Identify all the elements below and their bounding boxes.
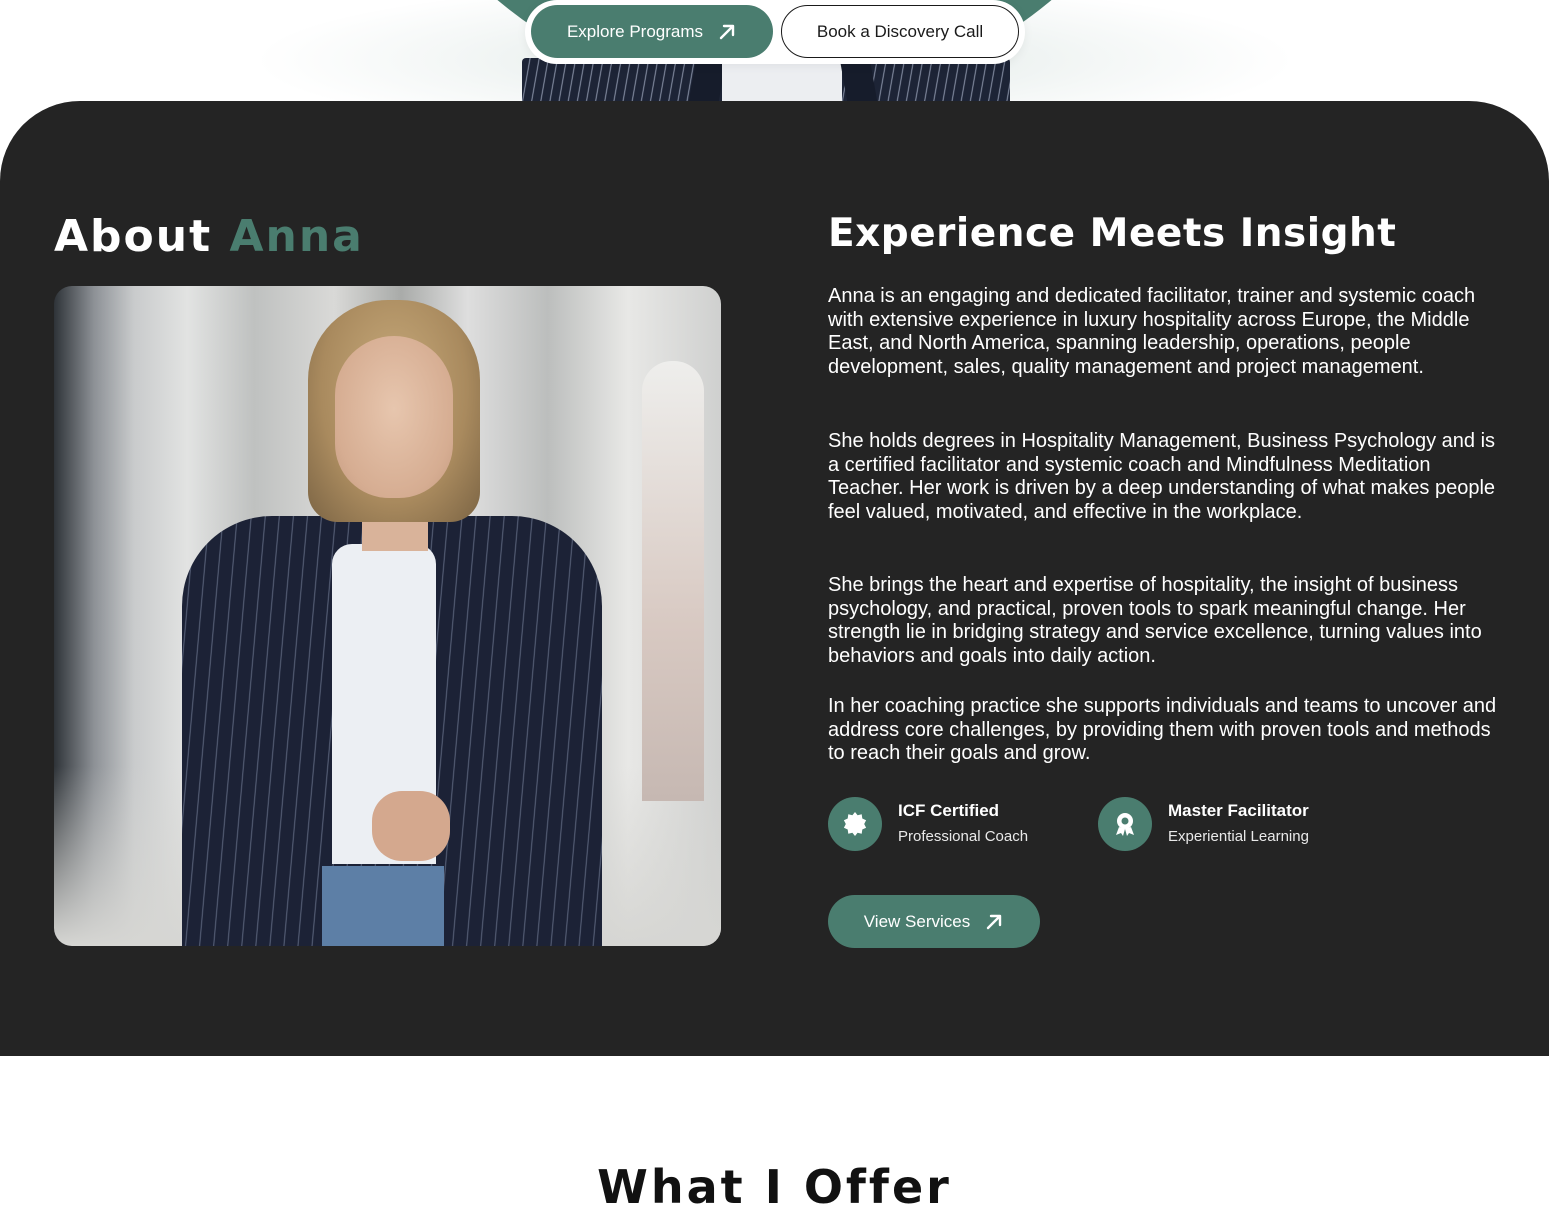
credential-master-facilitator: Master Facilitator Experiential Learning — [1098, 797, 1309, 851]
arrow-up-right-icon — [987, 914, 1002, 929]
seal-badge-glyph — [843, 812, 867, 836]
credential-subtitle: Experiential Learning — [1168, 828, 1309, 845]
award-ribbon-glyph — [1116, 813, 1134, 836]
bio-paragraph: Anna is an engaging and dedicated facili… — [828, 285, 1476, 379]
arrow-up-right-icon — [719, 24, 735, 39]
experience-heading: Experience Meets Insight — [828, 211, 1397, 256]
explore-programs-label: Explore Programs — [566, 21, 704, 41]
photo-face — [335, 336, 453, 498]
seal-badge-icon — [828, 797, 882, 851]
credential-title: ICF Certified — [898, 801, 1000, 820]
bio-paragraph: She brings the heart and expertise of ho… — [828, 574, 1482, 668]
what-i-offer-heading: What I Offer — [597, 1160, 952, 1214]
about-heading-name: Anna — [229, 211, 364, 262]
photo-jeans — [322, 866, 444, 946]
photo-hand — [372, 791, 450, 861]
about-heading-prefix: About — [54, 211, 213, 262]
explore-programs-button[interactable]: Explore Programs — [531, 5, 773, 58]
credential-title: Master Facilitator — [1168, 801, 1309, 820]
page: Explore Programs Book a Discovery Call A… — [0, 0, 1549, 1217]
view-services-button[interactable]: View Services — [828, 895, 1040, 948]
bio-paragraph: In her coaching practice she supports in… — [828, 695, 1497, 765]
book-discovery-call-button[interactable]: Book a Discovery Call — [781, 5, 1019, 58]
photo-window — [642, 361, 704, 801]
view-services-label: View Services — [863, 911, 971, 931]
about-section: About Anna Experience Meets Insight Anna… — [0, 101, 1549, 1056]
anna-portrait-photo — [54, 286, 721, 946]
credential-text: Master Facilitator Experiential Learning — [1168, 800, 1309, 848]
bio-paragraph: She holds degrees in Hospitality Managem… — [828, 430, 1496, 524]
about-heading: About Anna — [54, 211, 364, 262]
book-discovery-call-label: Book a Discovery Call — [816, 21, 984, 41]
award-ribbon-icon — [1098, 797, 1152, 851]
credential-text: ICF Certified Professional Coach — [898, 800, 1028, 848]
credential-icf: ICF Certified Professional Coach — [828, 797, 1028, 851]
credential-subtitle: Professional Coach — [898, 828, 1029, 845]
